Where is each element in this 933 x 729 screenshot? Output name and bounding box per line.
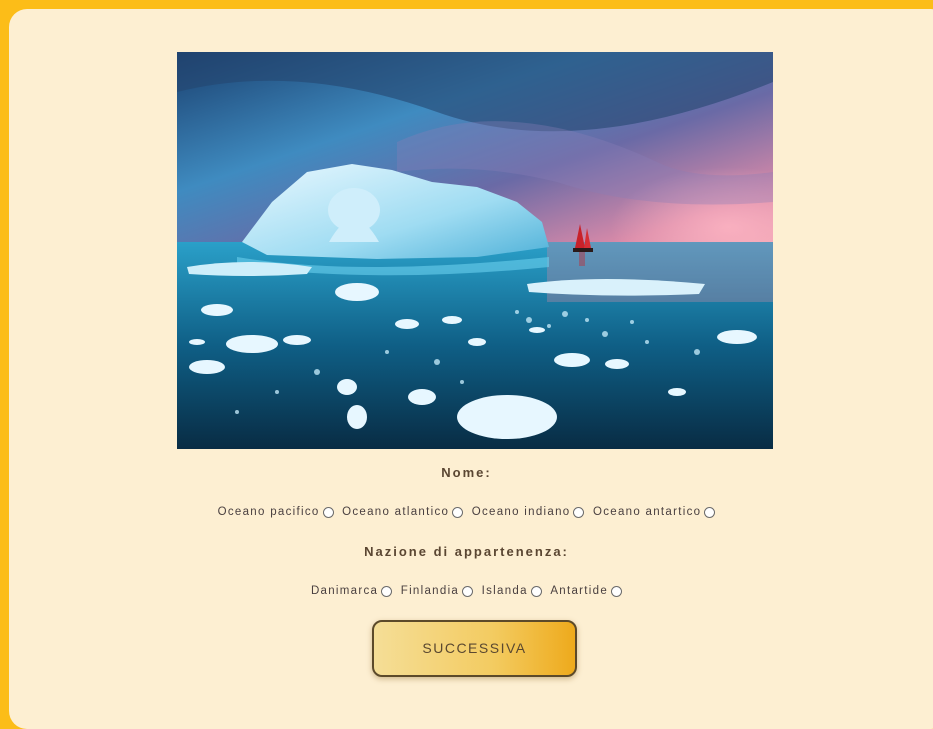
nation-option-label: Islanda <box>481 585 528 597</box>
radio-button[interactable] <box>573 506 585 518</box>
ocean-option-indiano[interactable]: Oceano indiano <box>472 506 585 518</box>
ocean-option-label: Oceano antartico <box>592 506 702 518</box>
name-question-label: Nome: <box>441 465 492 480</box>
radio-button[interactable] <box>611 585 623 597</box>
nation-option-islanda[interactable]: Islanda <box>482 585 542 597</box>
next-button[interactable]: SUCCESSIVA <box>372 620 577 677</box>
nation-option-danimarca[interactable]: Danimarca <box>310 585 393 597</box>
nation-option-finlandia[interactable]: Finlandia <box>400 585 474 597</box>
ocean-options: Oceano pacifico Oceano atlantico Oceano … <box>0 506 933 518</box>
ocean-option-pacifico[interactable]: Oceano pacifico <box>218 506 334 518</box>
nation-question-label: Nazione di appartenenza: <box>364 544 569 559</box>
nation-option-label: Finlandia <box>400 585 460 597</box>
radio-button[interactable] <box>462 585 474 597</box>
ocean-option-antartico[interactable]: Oceano antartico <box>592 506 716 518</box>
iceberg-image <box>177 52 773 449</box>
ocean-option-label: Oceano pacifico <box>217 506 320 518</box>
iceberg-photo <box>177 52 773 449</box>
nation-option-label: Danimarca <box>310 585 379 597</box>
ocean-option-atlantico[interactable]: Oceano atlantico <box>342 506 464 518</box>
radio-button[interactable] <box>530 585 542 597</box>
nation-options: Danimarca Finlandia Islanda Antartide <box>0 585 933 597</box>
radio-button[interactable] <box>381 585 393 597</box>
radio-button[interactable] <box>704 506 716 518</box>
nation-option-label: Antartide <box>550 585 609 597</box>
nation-option-antartide[interactable]: Antartide <box>550 585 623 597</box>
radio-button[interactable] <box>322 506 334 518</box>
radio-button[interactable] <box>452 506 464 518</box>
ocean-option-label: Oceano indiano <box>471 506 571 518</box>
ocean-option-label: Oceano atlantico <box>342 506 450 518</box>
